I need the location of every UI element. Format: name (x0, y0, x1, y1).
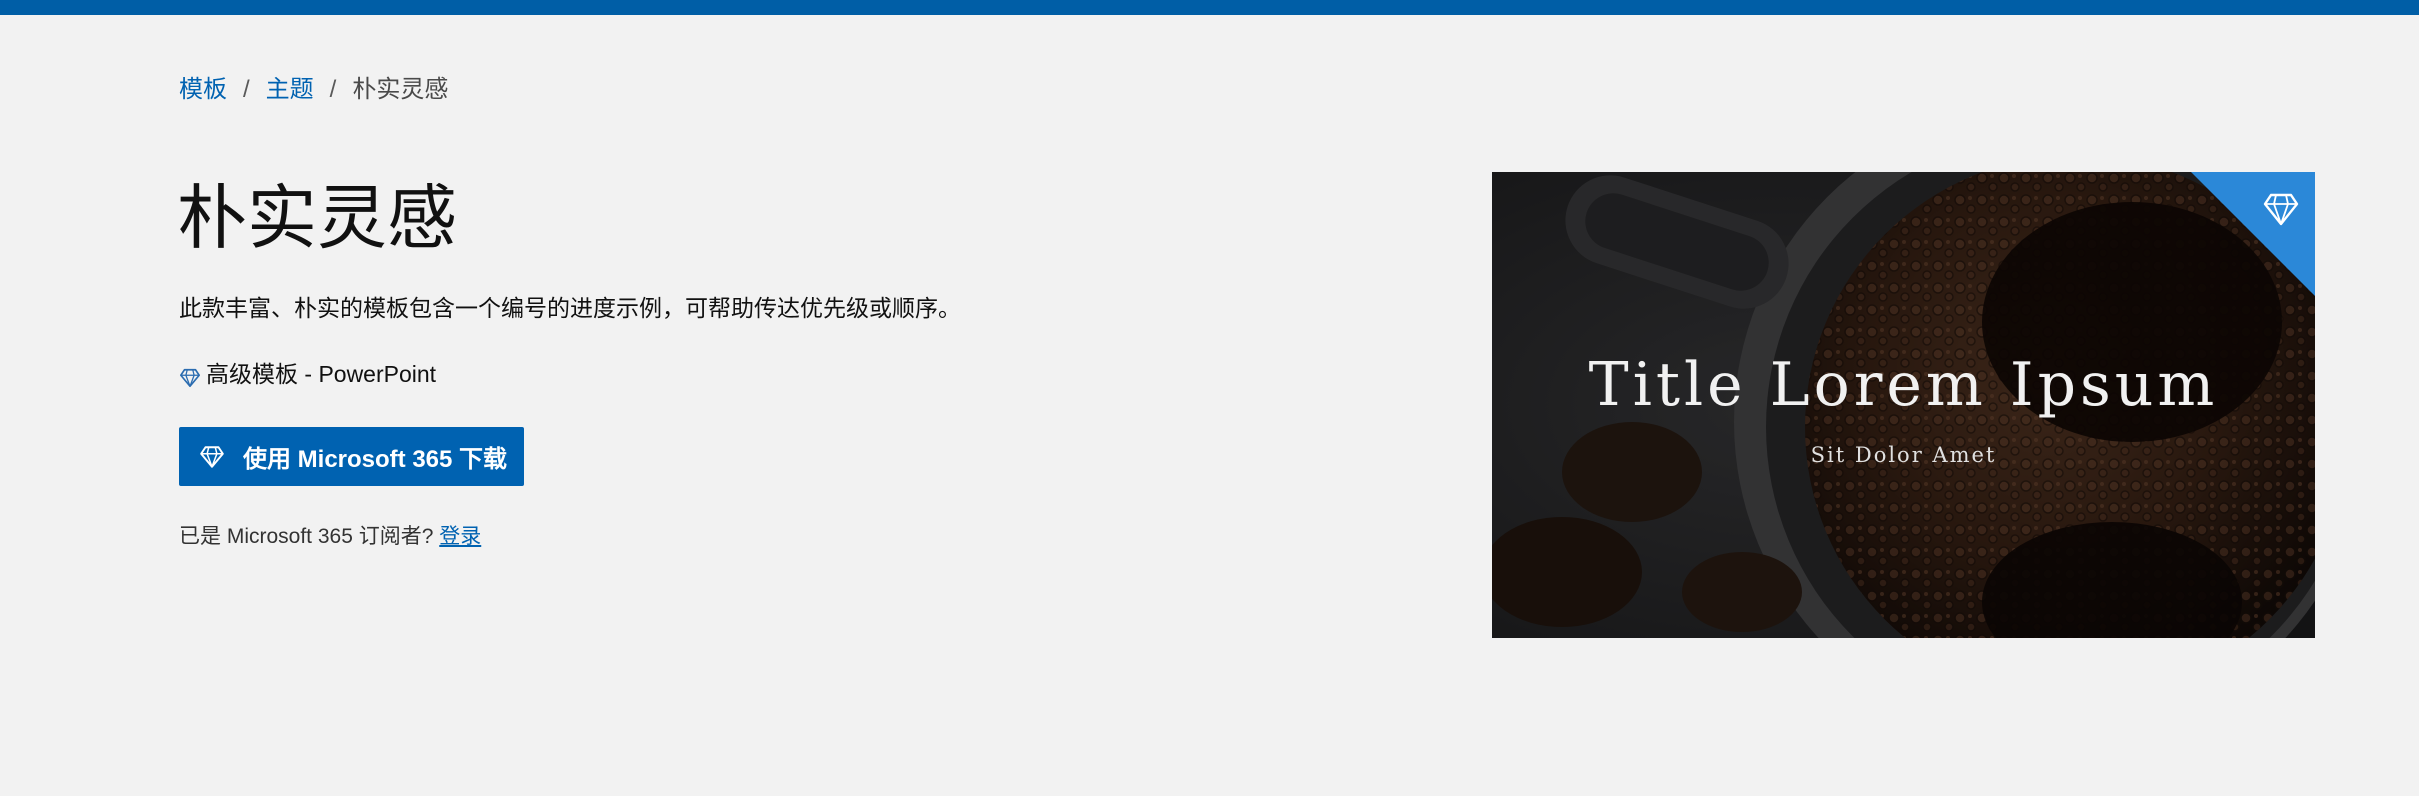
premium-corner-badge (2191, 172, 2315, 296)
top-accent-bar (0, 0, 2419, 15)
breadcrumb-themes-link[interactable]: 主题 (266, 72, 314, 108)
preview-title-text: Title Lorem Ipsum (1588, 350, 2219, 420)
diamond-icon (199, 444, 225, 470)
breadcrumb-current: 朴实灵感 (352, 76, 449, 103)
subscriber-prompt: 已是 Microsoft 365 订阅者? 登录 (179, 520, 481, 554)
breadcrumb-separator: / (243, 76, 250, 103)
breadcrumb: 模板 / 主题 / 朴实灵感 (179, 72, 448, 108)
template-description: 此款丰富、朴实的模板包含一个编号的进度示例，可帮助传达优先级或顺序。 (179, 295, 961, 321)
preview-subtitle-text: Sit Dolor Amet (1810, 443, 1997, 467)
subscriber-text: 已是 Microsoft 365 订阅者? (179, 525, 440, 548)
breadcrumb-templates-link[interactable]: 模板 (179, 72, 227, 108)
diamond-icon (179, 363, 201, 388)
breadcrumb-separator: / (329, 76, 337, 103)
premium-template-label: 高级模板 - PowerPoint (179, 356, 436, 392)
template-preview-image[interactable]: Title Lorem Ipsum Sit Dolor Amet (1492, 172, 2315, 638)
download-with-microsoft-365-button[interactable]: 使用 Microsoft 365 下载 (179, 427, 524, 486)
premium-template-text: 高级模板 - PowerPoint (206, 361, 437, 387)
download-button-label: 使用 Microsoft 365 下载 (243, 446, 508, 473)
page-title: 朴实灵感 (177, 179, 457, 257)
sign-in-link[interactable]: 登录 (439, 525, 481, 548)
